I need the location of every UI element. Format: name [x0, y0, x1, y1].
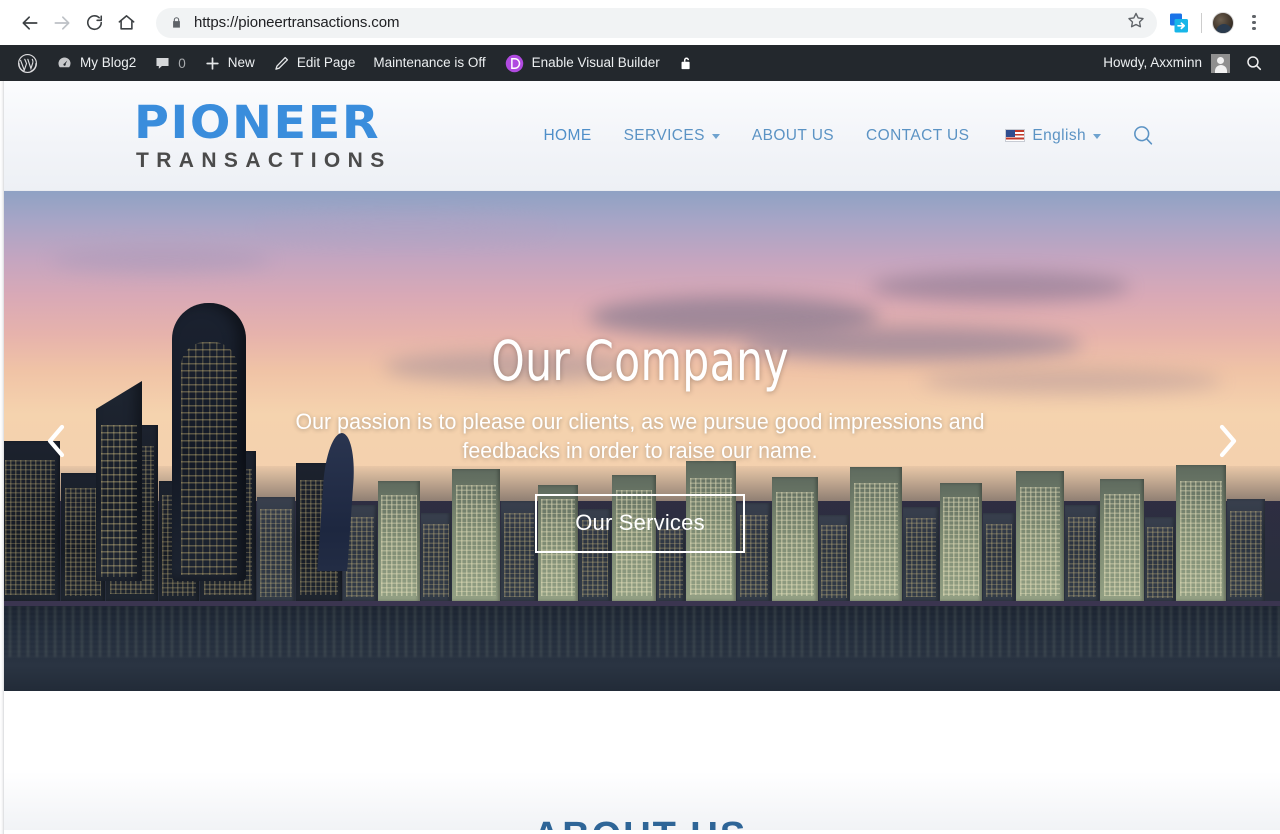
extension-share-icon[interactable]	[1167, 11, 1191, 35]
unlocked-padlock-icon	[678, 54, 695, 73]
address-bar[interactable]: https://pioneertransactions.com	[156, 7, 1157, 38]
hero-prev-button[interactable]	[34, 415, 78, 467]
logo-secondary-text: TRANSACTIONS	[136, 149, 392, 172]
hero-next-button[interactable]	[1206, 415, 1250, 467]
home-icon	[118, 15, 134, 30]
wp-edit-page-button[interactable]: Edit Page	[264, 45, 365, 81]
plus-icon	[204, 55, 221, 72]
pencil-icon	[273, 55, 290, 72]
wp-new-button[interactable]: New	[195, 45, 264, 81]
reload-button[interactable]	[78, 7, 110, 39]
user-avatar-icon	[1211, 53, 1230, 73]
nav-item-services[interactable]: SERVICES	[608, 127, 736, 145]
hero-content: Our Company Our passion is to please our…	[0, 191, 1280, 691]
wp-maintenance-label: Maintenance is Off	[373, 55, 486, 71]
hero-subtitle: Our passion is to please our clients, as…	[295, 408, 985, 463]
toolbar-divider	[1201, 12, 1202, 33]
wordpress-logo-icon	[17, 53, 38, 74]
forward-button[interactable]	[46, 7, 78, 39]
wp-search-button[interactable]	[1236, 45, 1272, 81]
wp-howdy-menu[interactable]: Howdy, Axxminn	[1094, 45, 1236, 81]
main-navigation: HOME SERVICES ABOUT US CONTACT US Englis…	[527, 123, 1162, 148]
search-icon	[1134, 126, 1153, 145]
bookmark-star-icon[interactable]	[1127, 11, 1145, 34]
divi-logo-icon	[504, 53, 525, 74]
home-button[interactable]	[110, 7, 142, 39]
wp-visual-builder-label: Enable Visual Builder	[531, 55, 660, 71]
chevron-down-icon	[1093, 134, 1101, 139]
wp-site-name[interactable]: My Blog2	[47, 45, 145, 81]
nav-item-contact-us[interactable]: CONTACT US	[850, 127, 985, 145]
language-switcher[interactable]: English	[985, 127, 1115, 145]
chevron-left-icon	[47, 424, 65, 458]
language-label: English	[1032, 126, 1086, 144]
back-arrow-icon	[22, 15, 38, 30]
site-header: PIONEER TRANSACTIONS HOME SERVICES ABOUT…	[0, 81, 1280, 191]
nav-item-services-label: SERVICES	[623, 126, 705, 144]
wordpress-admin-bar: My Blog2 0 New Edit Page Maintenance is …	[0, 45, 1280, 81]
comment-bubble-icon	[154, 55, 171, 72]
wordpress-logo-button[interactable]	[8, 45, 47, 81]
search-icon	[1245, 54, 1263, 72]
lock-icon	[173, 17, 180, 28]
reload-icon	[86, 15, 102, 31]
dashboard-icon	[56, 55, 73, 72]
profile-avatar[interactable]	[1212, 11, 1234, 34]
three-dot-menu-icon[interactable]	[1242, 11, 1266, 35]
about-section: ABOUT US	[0, 691, 1280, 830]
nav-item-about-us[interactable]: ABOUT US	[736, 127, 850, 145]
about-section-heading: ABOUT US	[0, 815, 1280, 830]
nav-item-about-us-label: ABOUT US	[751, 126, 835, 144]
wp-comments-button[interactable]: 0	[145, 45, 195, 81]
hero-title: Our Company	[491, 329, 789, 393]
nav-item-home-label: HOME	[543, 126, 592, 144]
nav-item-contact-us-label: CONTACT US	[866, 126, 970, 144]
wp-edit-page-label: Edit Page	[296, 55, 356, 71]
wp-comment-count: 0	[178, 55, 186, 71]
forward-arrow-icon	[54, 15, 70, 30]
hero-cta-button[interactable]: Our Services	[535, 494, 745, 553]
wp-howdy-label: Howdy, Axxminn	[1103, 55, 1202, 71]
back-button[interactable]	[14, 7, 46, 39]
us-flag-icon	[1005, 129, 1026, 142]
browser-actions	[1157, 11, 1266, 35]
site-logo[interactable]: PIONEER TRANSACTIONS	[134, 100, 392, 171]
hero-slider: Our Company Our passion is to please our…	[0, 191, 1280, 691]
chevron-down-icon	[711, 134, 720, 139]
wp-new-label: New	[227, 55, 255, 71]
wp-site-name-label: My Blog2	[80, 55, 137, 71]
wp-maintenance-status[interactable]: Maintenance is Off	[364, 45, 494, 81]
header-search-button[interactable]	[1115, 123, 1162, 148]
chevron-right-icon	[1219, 424, 1237, 458]
browser-toolbar: https://pioneertransactions.com	[0, 0, 1280, 45]
wp-lock-button[interactable]	[669, 45, 1094, 81]
wp-visual-builder-button[interactable]: Enable Visual Builder	[495, 45, 669, 81]
nav-item-home[interactable]: HOME	[527, 127, 607, 145]
url-text: https://pioneertransactions.com	[194, 14, 400, 31]
logo-primary-text: PIONEER	[134, 96, 381, 149]
